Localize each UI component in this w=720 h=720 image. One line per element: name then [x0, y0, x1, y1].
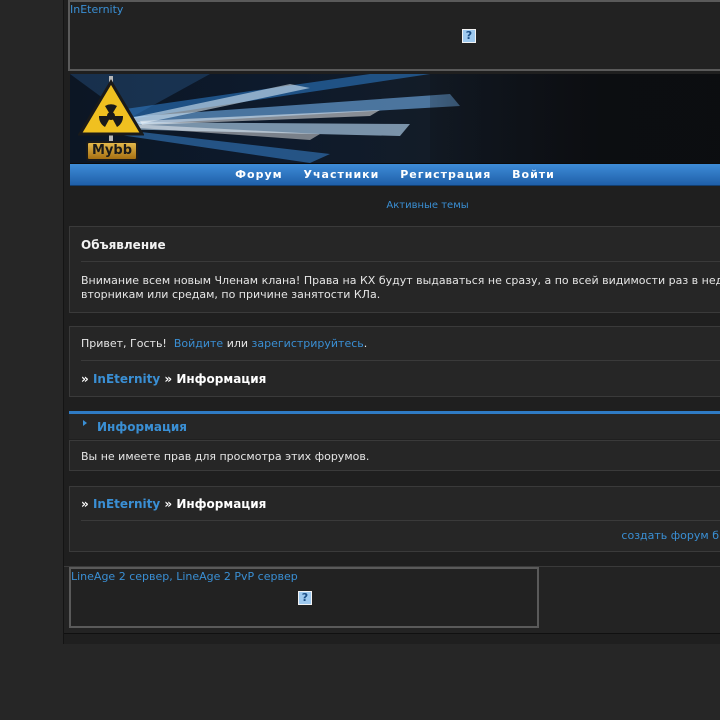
announcement-line-1: Внимание всем новым Членам клана! Права … [81, 274, 720, 287]
top-ad-link[interactable]: InEternity [70, 3, 123, 16]
question-mark-icon[interactable]: ? [298, 591, 312, 605]
banner-dark-area [430, 74, 720, 163]
nav-login[interactable]: Войти [512, 168, 555, 181]
nav-forum[interactable]: Форум [235, 168, 283, 181]
mybb-logo[interactable]: Mybb [86, 141, 138, 161]
active-topics-link[interactable]: Активные темы [70, 200, 720, 211]
no-permission-message: Вы не имеете прав для просмотра этих фор… [81, 450, 370, 463]
info-section-body: Вы не имеете прав для просмотра этих фор… [69, 440, 720, 471]
announcement-text: Внимание всем новым Членам клана! Права … [81, 274, 720, 302]
breadcrumb-forum-link[interactable]: InEternity [93, 497, 160, 511]
header-banner[interactable]: Mybb [70, 74, 720, 164]
question-mark-icon[interactable]: ? [462, 29, 476, 43]
bottom-ad-box[interactable]: LineAge 2 сервер, LineAge 2 PvP сервер ? [69, 567, 539, 628]
breadcrumb-current: Информация [176, 497, 267, 511]
or-text: или [226, 337, 249, 350]
radiation-sign-icon [78, 76, 144, 146]
divider [81, 520, 720, 521]
breadcrumb-separator: » [164, 497, 173, 511]
welcome-line: Привет, Гость! Войдите или зарегистрируй… [81, 337, 367, 350]
left-gutter [0, 0, 64, 644]
breadcrumb-separator: » [164, 372, 173, 386]
breadcrumb: » InEternity » Информация [81, 497, 266, 511]
caret-right-icon [83, 420, 87, 426]
login-link[interactable]: Войдите [174, 337, 223, 350]
divider [81, 261, 720, 262]
breadcrumb: » InEternity » Информация [81, 372, 266, 386]
breadcrumb-separator: » [81, 497, 89, 511]
top-ad-box[interactable]: InEternity ? [68, 0, 720, 71]
page-bottom [0, 644, 720, 720]
nav-members[interactable]: Участники [304, 168, 380, 181]
announcement-line-2: вторникам или средам, по причине занятос… [81, 288, 381, 301]
nav-register[interactable]: Регистрация [400, 168, 491, 181]
bottom-ad-link[interactable]: LineAge 2 сервер, LineAge 2 PvP сервер [71, 570, 298, 583]
bottom-breadcrumb-panel: » InEternity » Информация создать форум … [69, 486, 720, 552]
welcome-panel: Привет, Гость! Войдите или зарегистрируй… [69, 326, 720, 397]
main-nav: Форум Участники Регистрация Войти [70, 164, 720, 186]
register-link[interactable]: зарегистрируйтесь [252, 337, 364, 350]
info-section-header[interactable]: Информация [69, 411, 720, 439]
create-forum-link[interactable]: создать форум б [621, 529, 719, 542]
announcement-title: Объявление [81, 238, 166, 252]
breadcrumb-current: Информация [176, 372, 267, 386]
greeting-text: Привет, Гость! [81, 337, 167, 350]
period-text: . [363, 337, 368, 350]
divider [81, 360, 720, 361]
breadcrumb-separator: » [81, 372, 89, 386]
page: InEternity ? Mybb Форум Участники Регист… [0, 0, 720, 720]
announcement-panel: Объявление Внимание всем новым Членам кл… [69, 226, 720, 313]
breadcrumb-forum-link[interactable]: InEternity [93, 372, 160, 386]
info-section-title[interactable]: Информация [97, 420, 187, 434]
